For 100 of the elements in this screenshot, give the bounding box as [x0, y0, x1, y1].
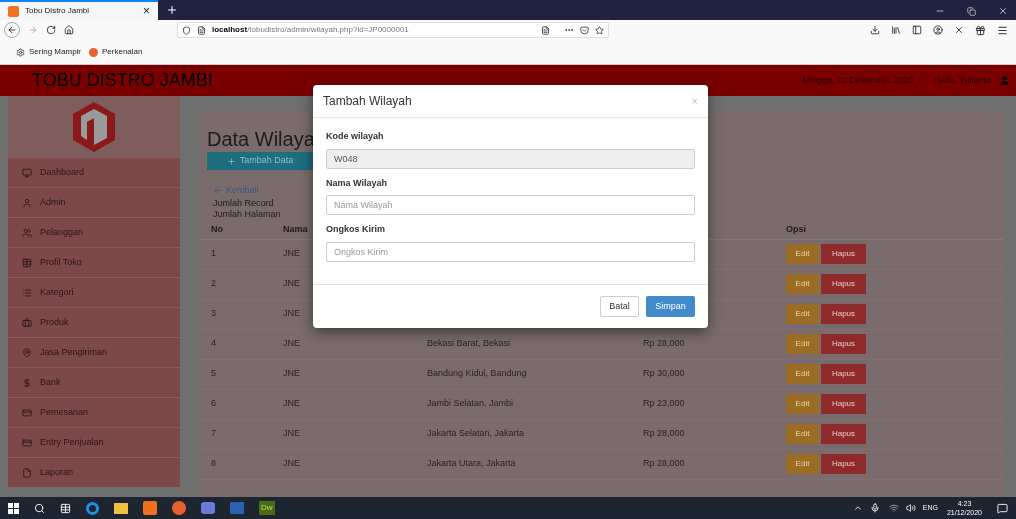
volume-icon[interactable] — [905, 503, 916, 513]
table-cell: Rp 23,000 — [643, 397, 685, 411]
download-icon[interactable] — [870, 25, 880, 35]
credit-card-icon — [22, 437, 32, 448]
table-cell: Bandung Kidul, Bandung — [427, 367, 527, 381]
input-field[interactable]: Ongkos Kirim — [326, 241, 695, 262]
reader-view-icon[interactable] — [541, 25, 550, 35]
globe-icon — [89, 47, 98, 57]
sidebar-item[interactable]: Laporan — [8, 457, 180, 487]
restore-icon[interactable] — [967, 6, 976, 16]
library-icon[interactable] — [891, 25, 901, 35]
tab-close-button[interactable]: × — [143, 5, 150, 17]
close-icon[interactable] — [998, 6, 1008, 16]
gift-icon[interactable] — [975, 24, 986, 36]
users-icon — [22, 227, 32, 238]
edge-browser-icon[interactable] — [86, 501, 99, 515]
sidebar-item[interactable]: Kategori — [8, 277, 180, 307]
arrow-left-icon — [213, 186, 222, 196]
edit-button[interactable]: Edit — [786, 274, 819, 294]
sidebar-item[interactable]: Dashboard — [8, 157, 180, 187]
page-title: Data Wilaya — [207, 127, 315, 152]
app-tile-icon[interactable] — [143, 501, 157, 515]
sidebar-icon[interactable] — [912, 25, 922, 35]
field-label: Ongkos Kirim — [326, 223, 385, 236]
modal-close-button[interactable]: × — [691, 95, 698, 107]
map-pin-icon — [22, 347, 32, 358]
sidebar-item[interactable]: Pemesanan — [8, 397, 180, 427]
sidebar-item[interactable]: Admin — [8, 187, 180, 217]
bookmark-star-icon[interactable] — [595, 25, 604, 35]
delete-button[interactable]: Hapus — [821, 394, 866, 414]
bookmark-link[interactable]: Sering Mampir — [16, 46, 81, 58]
home-icon[interactable] — [64, 25, 74, 35]
brand-title: TOBU DISTRO JAMBI — [32, 69, 213, 92]
delete-button[interactable]: Hapus — [821, 454, 866, 474]
sidebar-item[interactable]: Produk — [8, 307, 180, 337]
sidebar-item[interactable]: Entry Penjualan — [8, 427, 180, 457]
notification-icon[interactable] — [997, 502, 1008, 514]
sidebar-item[interactable]: Profil Toko — [8, 247, 180, 277]
date-text: Minggu, 20 Desember 2020 — [802, 73, 914, 87]
delete-button[interactable]: Hapus — [821, 304, 866, 324]
edit-button[interactable]: Edit — [786, 364, 819, 384]
firefox-icon[interactable] — [172, 501, 186, 515]
reload-icon[interactable] — [46, 25, 56, 35]
edit-button[interactable]: Edit — [786, 334, 819, 354]
table-cell: JNE — [283, 307, 300, 321]
dollar-icon — [22, 377, 32, 388]
table-cell: 1 — [211, 247, 216, 261]
chevron-up-icon[interactable] — [852, 503, 863, 513]
table-cell: 7 — [211, 427, 216, 441]
table-cell: JNE — [283, 457, 300, 471]
search-icon[interactable] — [34, 502, 45, 514]
credit-card-icon — [22, 407, 32, 418]
table-cell: 8 — [211, 457, 216, 471]
new-tab-icon[interactable] — [166, 4, 178, 16]
delete-button[interactable]: Hapus — [821, 364, 866, 384]
delete-button[interactable]: Hapus — [821, 244, 866, 264]
table-cell: Rp 28,000 — [643, 427, 685, 441]
greeting-text: Hallo, Yulianto — [933, 73, 991, 87]
plus-icon — [226, 156, 236, 166]
edit-button[interactable]: Edit — [786, 424, 819, 444]
delete-button[interactable]: Hapus — [821, 274, 866, 294]
edit-button[interactable]: Edit — [786, 244, 819, 264]
dw-app-icon[interactable]: Dw — [259, 501, 275, 515]
table-cell: Jambi Selatan, Jambi — [427, 397, 514, 411]
column-header: Nama — [283, 223, 308, 237]
task-view-icon[interactable] — [60, 502, 71, 514]
folder-icon[interactable] — [114, 502, 128, 514]
logo-icon — [71, 99, 117, 154]
sidebar-item[interactable]: Pelanggan — [8, 217, 180, 247]
add-data-button[interactable]: Tambah Data — [207, 152, 313, 170]
address-bar[interactable]: localhost/tobudistro/admin/wilayah.php?id=JP0000001 — [177, 22, 609, 38]
cancel-button[interactable]: Batal — [600, 296, 639, 317]
delete-button[interactable]: Hapus — [821, 334, 866, 354]
chat-app-icon[interactable] — [201, 502, 215, 514]
bookmark-link[interactable]: Perkenalan — [89, 46, 143, 58]
table-cell: JNE — [283, 337, 300, 351]
extension-icon[interactable] — [954, 25, 964, 35]
edit-button[interactable]: Edit — [786, 394, 819, 414]
browser-tab[interactable]: Tobu Distro Jambi × — [0, 0, 158, 20]
edit-button[interactable]: Edit — [786, 454, 819, 474]
delete-button[interactable]: Hapus — [821, 424, 866, 444]
input-field[interactable]: Nama Wilayah — [326, 195, 695, 215]
table-cell: JNE — [283, 247, 300, 261]
windows-start-icon[interactable] — [8, 502, 19, 514]
table-cell: Jakarta Selatan, Jakarta — [427, 427, 525, 441]
sidebar-item[interactable]: Bank — [8, 367, 180, 397]
column-header: Opsi — [786, 223, 806, 237]
sidebar-item[interactable]: Jasa Pengiriman — [8, 337, 180, 367]
table-cell: JNE — [283, 397, 300, 411]
account-icon[interactable] — [933, 25, 943, 35]
table-cell: 3 — [211, 307, 216, 321]
menu-icon[interactable] — [997, 24, 1008, 36]
microphone-icon[interactable] — [869, 503, 880, 513]
edit-button[interactable]: Edit — [786, 304, 819, 324]
briefcase-icon — [22, 317, 32, 328]
save-button[interactable]: Simpan — [646, 296, 695, 317]
wifi-icon[interactable] — [888, 503, 899, 513]
list-icon — [22, 287, 32, 298]
arrow-left-icon — [7, 25, 17, 35]
pocket-icon[interactable] — [580, 25, 589, 35]
